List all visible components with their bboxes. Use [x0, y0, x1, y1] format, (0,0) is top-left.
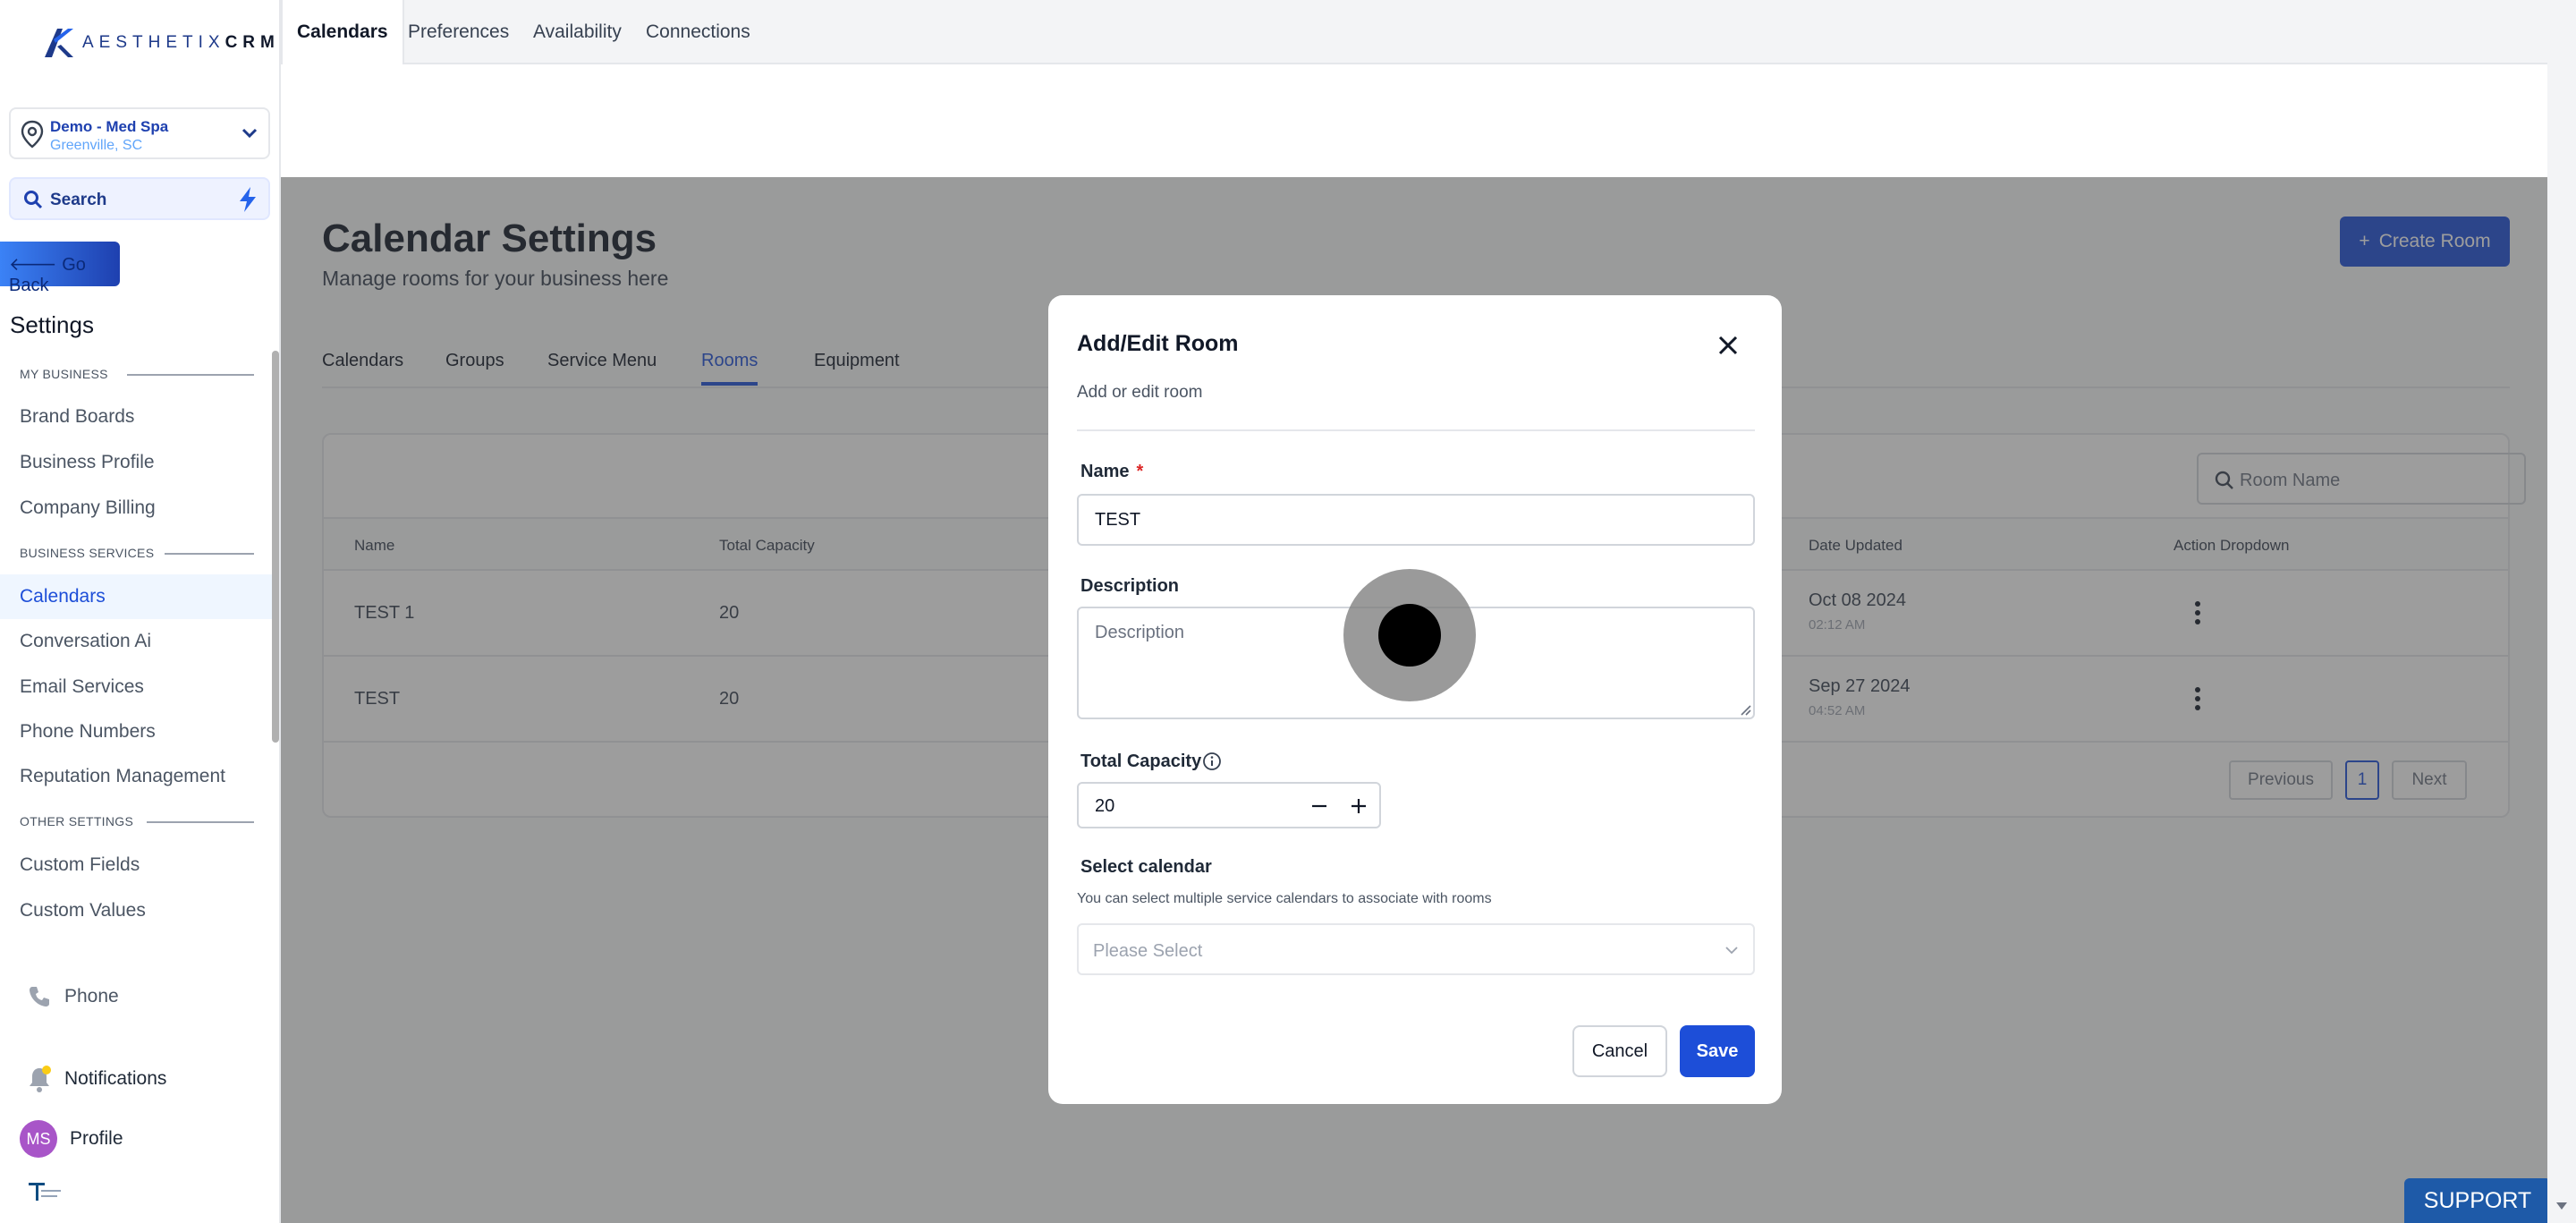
top-nav: Calendars Preferences Availability Conne… [281, 0, 2547, 64]
close-icon[interactable] [1717, 335, 1739, 356]
header-band [281, 64, 2547, 177]
section-header-other-settings: OTHER SETTINGS [20, 814, 134, 828]
location-switcher[interactable]: Demo - Med Spa Greenville, SC [9, 107, 270, 159]
required-asterisk: * [1136, 462, 1144, 481]
cursor-dot [1378, 604, 1441, 667]
location-city: Greenville, SC [50, 138, 143, 153]
calendar-select[interactable]: Please Select [1077, 923, 1755, 975]
bell-icon [30, 1066, 51, 1092]
name-label: Name * [1080, 462, 1143, 482]
lightning-bolt-icon[interactable] [236, 186, 259, 213]
brand-name-light: AESTHETIX [82, 33, 225, 52]
section-divider [147, 821, 254, 823]
room-name-field[interactable] [1077, 494, 1755, 546]
avatar: MS [20, 1120, 57, 1158]
chevron-down-icon [242, 128, 258, 139]
brand-name-bold: CRM [225, 33, 280, 52]
tab-availability[interactable]: Availability [533, 0, 622, 64]
support-button[interactable]: SUPPORT [2404, 1178, 2551, 1223]
sidebar-phone[interactable]: Phone [27, 984, 119, 1009]
total-capacity-label: Total Capacity [1080, 752, 1202, 771]
info-icon[interactable] [1202, 752, 1222, 771]
page-scrollbar[interactable] [2547, 0, 2576, 1223]
brand-logo[interactable]: AESTHETIXCRM [41, 25, 280, 61]
sidebar-item-brand-boards[interactable]: Brand Boards [20, 406, 134, 428]
capacity-stepper[interactable]: 20 [1077, 782, 1381, 828]
modal-subtitle: Add or edit room [1077, 383, 1203, 402]
sidebar: AESTHETIXCRM Demo - Med Spa Greenville, … [0, 0, 281, 1223]
section-divider [165, 553, 254, 555]
sidebar-item-custom-fields[interactable]: Custom Fields [20, 854, 140, 876]
location-name: Demo - Med Spa [50, 118, 169, 135]
name-label-text: Name [1080, 462, 1130, 481]
description-label: Description [1080, 576, 1180, 596]
calendar-select-placeholder: Please Select [1093, 941, 1203, 961]
sidebar-item-conversation-ai[interactable]: Conversation Ai [20, 631, 151, 652]
section-divider [127, 374, 254, 376]
minus-icon[interactable] [1309, 796, 1329, 816]
sidebar-scrollbar[interactable] [272, 351, 279, 743]
notifications-label: Notifications [64, 1068, 167, 1089]
search-label: Search [50, 191, 107, 209]
tab-connections[interactable]: Connections [646, 0, 750, 64]
save-button[interactable]: Save [1680, 1025, 1755, 1077]
sidebar-item-business-profile[interactable]: Business Profile [20, 452, 155, 473]
phone-icon [30, 987, 49, 1006]
map-pin-icon [21, 120, 44, 149]
go-back-button[interactable]: 🡐 Go Back [0, 242, 120, 295]
modal-title: Add/Edit Room [1077, 331, 1239, 356]
modal-divider [1077, 429, 1755, 431]
logo-mark-icon [45, 29, 73, 57]
tab-calendars[interactable]: Calendars [281, 0, 404, 64]
phone-label: Phone [64, 986, 119, 1006]
section-header-business-services: BUSINESS SERVICES [20, 546, 155, 560]
search-icon [24, 191, 43, 209]
capacity-value: 20 [1095, 796, 1115, 816]
select-calendar-help: You can select multiple service calendar… [1077, 891, 1492, 906]
sidebar-item-calendars[interactable]: Calendars [20, 586, 106, 607]
scroll-down-icon[interactable] [2555, 1201, 2569, 1211]
section-header-my-business: MY BUSINESS [20, 367, 108, 381]
settings-title: Settings [10, 311, 94, 338]
select-calendar-label: Select calendar [1080, 857, 1212, 877]
chevron-down-icon [1725, 947, 1738, 955]
sidebar-item-phone-numbers[interactable]: Phone Numbers [20, 721, 156, 743]
sidebar-profile[interactable]: MS Profile [20, 1120, 123, 1158]
sidebar-search[interactable]: Search [9, 177, 270, 220]
sidebar-notifications[interactable]: Notifications [27, 1065, 166, 1093]
tab-preferences[interactable]: Preferences [408, 0, 509, 64]
sidebar-item-email-services[interactable]: Email Services [20, 676, 144, 698]
sidebar-item-custom-values[interactable]: Custom Values [20, 900, 146, 921]
plus-icon[interactable] [1349, 796, 1368, 816]
partner-logo-icon [29, 1183, 61, 1201]
arrow-left-icon: 🡐 [9, 255, 57, 275]
sidebar-item-company-billing[interactable]: Company Billing [20, 497, 156, 519]
profile-label: Profile [70, 1128, 123, 1149]
resize-handle-icon[interactable] [1739, 703, 1751, 716]
sidebar-item-reputation-management[interactable]: Reputation Management [20, 766, 225, 787]
cancel-button[interactable]: Cancel [1572, 1025, 1667, 1077]
